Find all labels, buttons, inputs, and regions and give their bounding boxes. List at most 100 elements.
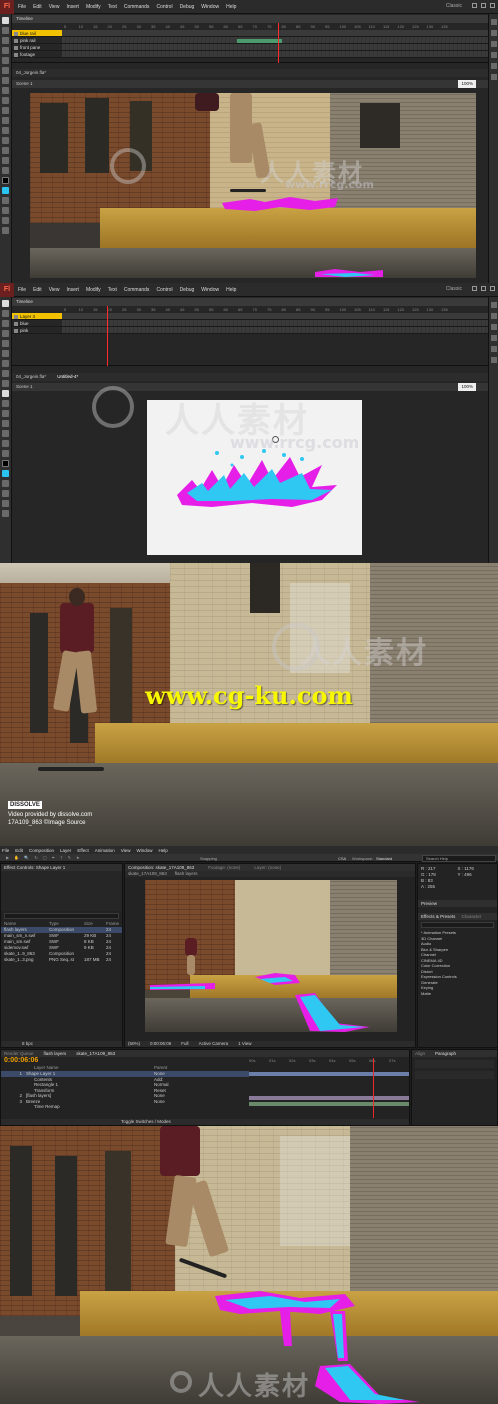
menu-insert[interactable]: Insert [66, 287, 79, 293]
brush-size-icon[interactable] [2, 227, 9, 234]
stroke-color-swatch[interactable] [2, 177, 9, 184]
maximize-icon[interactable] [481, 286, 486, 291]
paint-bucket-tool-icon[interactable] [2, 410, 9, 417]
eraser-tool-icon[interactable] [2, 147, 9, 154]
subselection-tool-icon[interactable] [2, 27, 9, 34]
layer-parent[interactable]: None [154, 1099, 165, 1105]
time-ruler[interactable]: 00s 01s 02s 03s 04s 05s 06s07s [249, 1058, 409, 1066]
comp-time[interactable]: 0:00:06:06 [150, 1041, 171, 1047]
selection-tool-icon[interactable] [2, 17, 9, 24]
effects-category[interactable]: Matte [418, 991, 497, 997]
search-help-input[interactable]: Search Help [422, 854, 496, 862]
rectangle-tool-icon[interactable] [2, 87, 9, 94]
menu-debug[interactable]: Debug [180, 4, 195, 10]
flash-layers-tab[interactable]: flash layers [44, 1050, 67, 1057]
camera-select[interactable]: Active Camera [199, 1041, 229, 1047]
menu-edit[interactable]: Edit [33, 287, 42, 293]
frame-ruler[interactable]: 5 10 15 20 25 30 35 40 45 50 55 60 65 70 75 80 85 90 95 100… [12, 306, 488, 313]
layer-row[interactable]: front pane [12, 44, 488, 51]
comp-tab[interactable]: Composition: skate_17A109_863 [128, 864, 194, 871]
menu-edit[interactable]: Edit [33, 4, 42, 10]
ae-menu-edit[interactable]: Edit [15, 848, 23, 853]
toggle-switches-modes[interactable]: Toggle Switches / Modes [121, 1119, 171, 1125]
menu-window[interactable]: Window [201, 287, 219, 293]
project-search-input[interactable] [4, 913, 119, 919]
library-icon[interactable] [490, 30, 497, 36]
brush-tool-icon[interactable] [2, 107, 9, 114]
selection-tool-icon[interactable] [2, 300, 9, 307]
layer-row[interactable]: pink [12, 327, 488, 334]
lasso-tool-icon[interactable] [2, 47, 9, 54]
menu-view[interactable]: View [49, 4, 60, 10]
bone-tool-icon[interactable] [2, 117, 9, 124]
workspace-select[interactable]: Standard [376, 856, 392, 861]
fill-color-swatch[interactable] [2, 187, 9, 194]
layer-row[interactable]: Layer 3 [12, 313, 488, 320]
effect-controls-tab[interactable]: Effect Controls: Shape Layer 1 [1, 864, 122, 871]
transform-icon[interactable] [490, 357, 497, 363]
zoom-tool-icon[interactable] [2, 167, 9, 174]
ae-menu-layer[interactable]: Layer [60, 848, 71, 853]
text-tool-icon[interactable] [2, 350, 9, 357]
resolution-select[interactable]: Full [181, 1041, 188, 1047]
properties-icon[interactable] [490, 302, 497, 308]
bone-tool-icon[interactable] [2, 400, 9, 407]
zoom-select[interactable]: 100% [458, 383, 476, 391]
layer-row[interactable]: footage [12, 51, 488, 58]
ae-menu-file[interactable]: File [2, 848, 9, 853]
magnification-select[interactable]: (50%) [128, 1041, 140, 1047]
paragraph-align-buttons[interactable] [415, 1060, 494, 1068]
frame-ruler[interactable]: 5 10 15 20 25 30 35 40 45 50 55 60 65 70 75 80 85 90 95 100… [12, 23, 488, 30]
skate-comp-tab[interactable]: skate_17A109_863 [76, 1050, 115, 1057]
comp-breadcrumb-item[interactable]: skate_17A109_863 [128, 871, 167, 877]
fill-color-swatch[interactable] [2, 470, 9, 477]
close-icon[interactable] [490, 3, 495, 8]
swap-colors-icon[interactable] [2, 480, 9, 487]
ae-menu-window[interactable]: Window [136, 848, 152, 853]
ae-tools-icons[interactable]: ▶ ✋ 🔍 ↻ ▢ ✒ T ✎ ★ [6, 855, 82, 860]
align-tab[interactable]: Align [415, 1050, 425, 1057]
stage-footage[interactable]: 人人素材 www.rrcg.com [30, 93, 476, 278]
zoom-select[interactable]: 100% [458, 80, 476, 88]
eyedropper-tool-icon[interactable] [2, 420, 9, 427]
subselection-tool-icon[interactable] [2, 310, 9, 317]
close-icon[interactable] [490, 286, 495, 291]
menu-text[interactable]: Text [108, 4, 117, 10]
eraser-tool-icon[interactable] [2, 430, 9, 437]
free-transform-tool-icon[interactable] [2, 37, 9, 44]
pencil-tool-icon[interactable] [2, 380, 9, 387]
hand-tool-icon[interactable] [2, 157, 9, 164]
menu-help[interactable]: Help [226, 287, 236, 293]
document-tab[interactable]: 04_Jorgein.fla* [16, 374, 46, 379]
tween-span[interactable] [237, 39, 282, 43]
swatches-icon[interactable] [490, 52, 497, 58]
lasso-tool-icon[interactable] [2, 330, 9, 337]
effects-search-input[interactable] [421, 922, 494, 928]
swatches-icon[interactable] [490, 335, 497, 341]
text-tool-icon[interactable] [2, 67, 9, 74]
pen-tool-icon[interactable] [2, 340, 9, 347]
ae-menu-view[interactable]: View [121, 848, 131, 853]
ae-menu-help[interactable]: Help [158, 848, 167, 853]
menu-control[interactable]: Control [156, 4, 172, 10]
menu-window[interactable]: Window [201, 4, 219, 10]
paragraph-tab[interactable]: Paragraph [435, 1050, 456, 1057]
menu-commands[interactable]: Commands [124, 4, 150, 10]
menu-file[interactable]: File [18, 4, 26, 10]
brush-shape-icon[interactable] [2, 217, 9, 224]
paint-bucket-tool-icon[interactable] [2, 127, 9, 134]
menu-file[interactable]: File [18, 287, 26, 293]
current-time-indicator[interactable] [373, 1058, 374, 1118]
transform-icon[interactable] [490, 74, 497, 80]
library-icon[interactable] [490, 313, 497, 319]
object-drawing-icon[interactable] [2, 207, 9, 214]
render-queue-tab[interactable]: Render Queue [4, 1050, 34, 1057]
menu-control[interactable]: Control [156, 287, 172, 293]
free-transform-tool-icon[interactable] [2, 320, 9, 327]
pink-rail-shape[interactable] [220, 195, 340, 215]
pen-tool-icon[interactable] [2, 57, 9, 64]
effects-presets-tab[interactable]: Effects & Presets [421, 913, 455, 920]
line-tool-icon[interactable] [2, 360, 9, 367]
layer-bar[interactable] [249, 1072, 409, 1076]
minimize-icon[interactable] [472, 3, 477, 8]
